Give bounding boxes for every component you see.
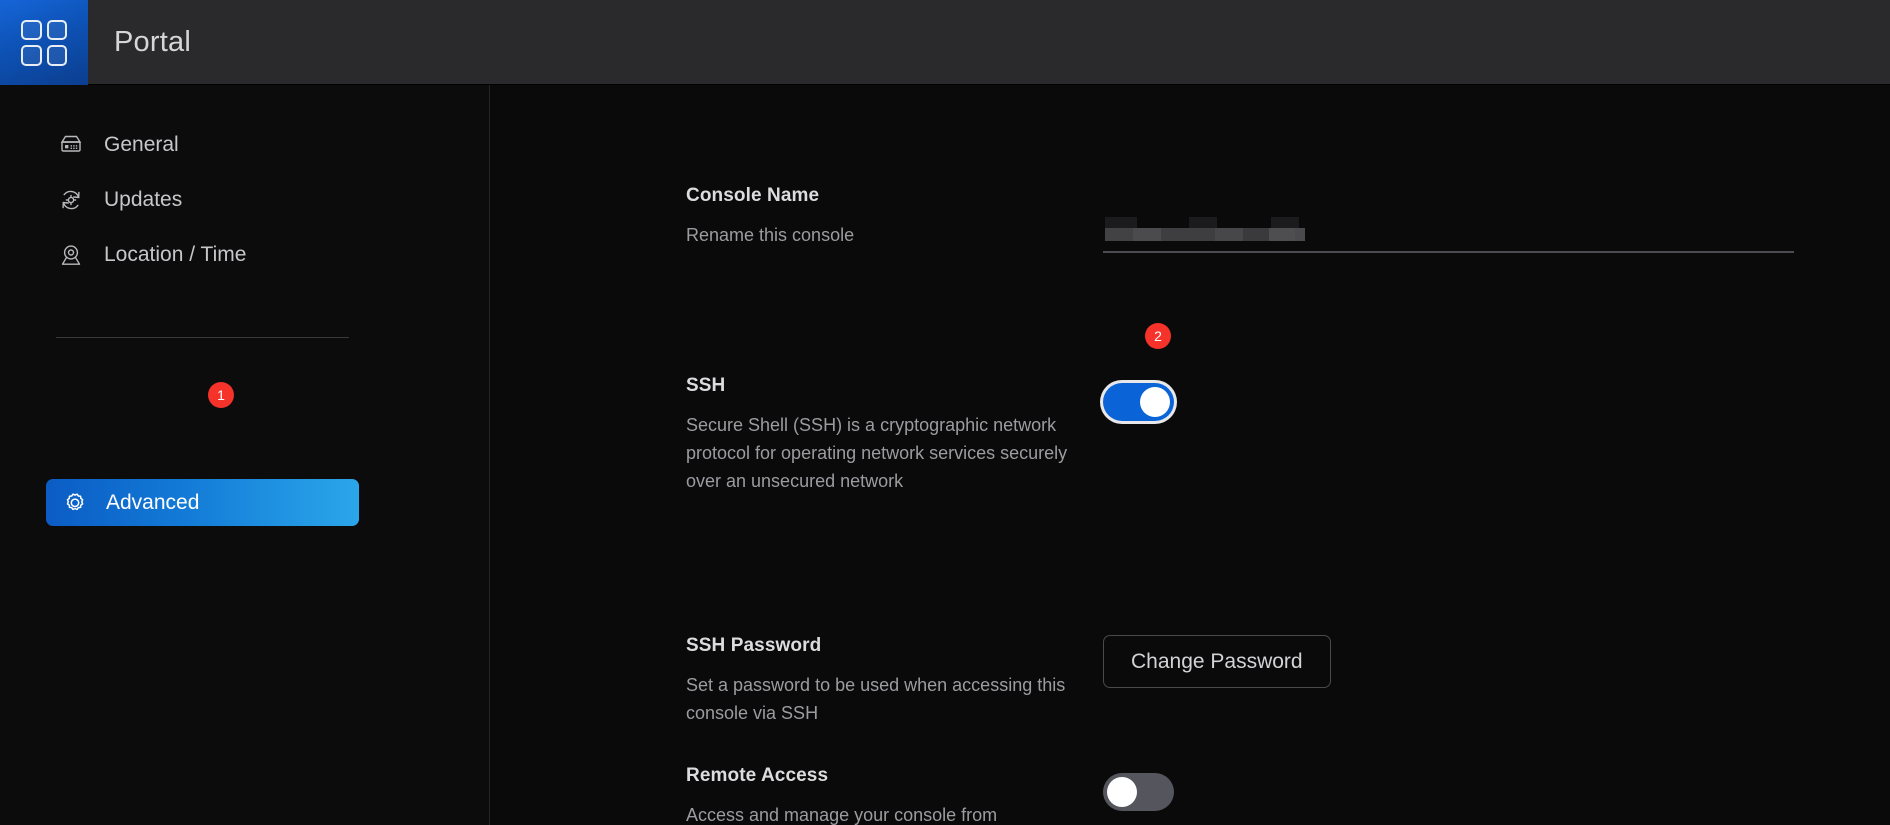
toggle-knob: [1107, 777, 1137, 807]
ssh-password-description: Set a password to be used when accessing…: [686, 672, 1086, 728]
grid-cell: [21, 45, 42, 66]
ssh-toggle-badge: 2: [1145, 323, 1171, 349]
sidebar-advanced-badge: 1: [208, 382, 234, 408]
portal-settings-window: Portal General: [0, 0, 1890, 825]
sidebar-item-advanced[interactable]: Advanced: [46, 479, 359, 526]
refresh-gear-icon: [56, 185, 86, 215]
sidebar-item-label: Location / Time: [104, 243, 246, 267]
gear-icon: [60, 488, 90, 518]
grid-apps-icon: [21, 20, 67, 66]
settings-content-panel: Console Name Rename this console: [491, 85, 1890, 825]
console-name-title: Console Name: [686, 185, 1116, 207]
console-device-icon: [56, 130, 86, 160]
sidebar-item-updates[interactable]: Updates: [56, 179, 182, 221]
ssh-title: SSH: [686, 375, 1116, 397]
sidebar-item-general[interactable]: General: [56, 124, 179, 166]
sidebar-item-location-time[interactable]: Location / Time: [56, 234, 246, 276]
grid-cell: [47, 20, 68, 41]
grid-cell: [47, 45, 68, 66]
app-logo-button[interactable]: [0, 0, 88, 85]
console-name-description: Rename this console: [686, 222, 1086, 250]
ssh-text-block: SSH Secure Shell (SSH) is a cryptographi…: [686, 375, 1116, 496]
ssh-password-text-block: SSH Password Set a password to be used w…: [686, 635, 1116, 728]
remote-access-description: Access and manage your console from unif…: [686, 802, 1086, 825]
ssh-password-control: Change Password: [1103, 635, 1331, 688]
change-password-button[interactable]: Change Password: [1103, 635, 1331, 688]
ssh-control: [1103, 383, 1174, 421]
sidebar-item-label: Updates: [104, 188, 182, 212]
toggle-knob: [1140, 387, 1170, 417]
settings-sidebar: General Updates: [0, 85, 490, 825]
app-header: Portal: [0, 0, 1890, 85]
ssh-password-title: SSH Password: [686, 635, 1116, 657]
ssh-toggle[interactable]: [1103, 383, 1174, 421]
sidebar-item-label: General: [104, 133, 179, 157]
sidebar-item-label: Advanced: [106, 491, 199, 515]
redacted-console-name-value: [1105, 217, 1305, 241]
sidebar-divider: [56, 337, 349, 338]
location-pin-icon: [56, 240, 86, 270]
remote-access-text-block: Remote Access Access and manage your con…: [686, 765, 1116, 825]
ssh-description: Secure Shell (SSH) is a cryptographic ne…: [686, 412, 1086, 496]
remote-access-title: Remote Access: [686, 765, 1116, 787]
remote-access-toggle[interactable]: [1103, 773, 1174, 811]
page-title: Portal: [88, 0, 191, 84]
console-name-input[interactable]: [1103, 207, 1794, 253]
remote-access-control: [1103, 773, 1174, 811]
console-name-control: [1103, 207, 1794, 253]
console-name-text-block: Console Name Rename this console: [686, 185, 1116, 250]
grid-cell: [21, 20, 42, 41]
